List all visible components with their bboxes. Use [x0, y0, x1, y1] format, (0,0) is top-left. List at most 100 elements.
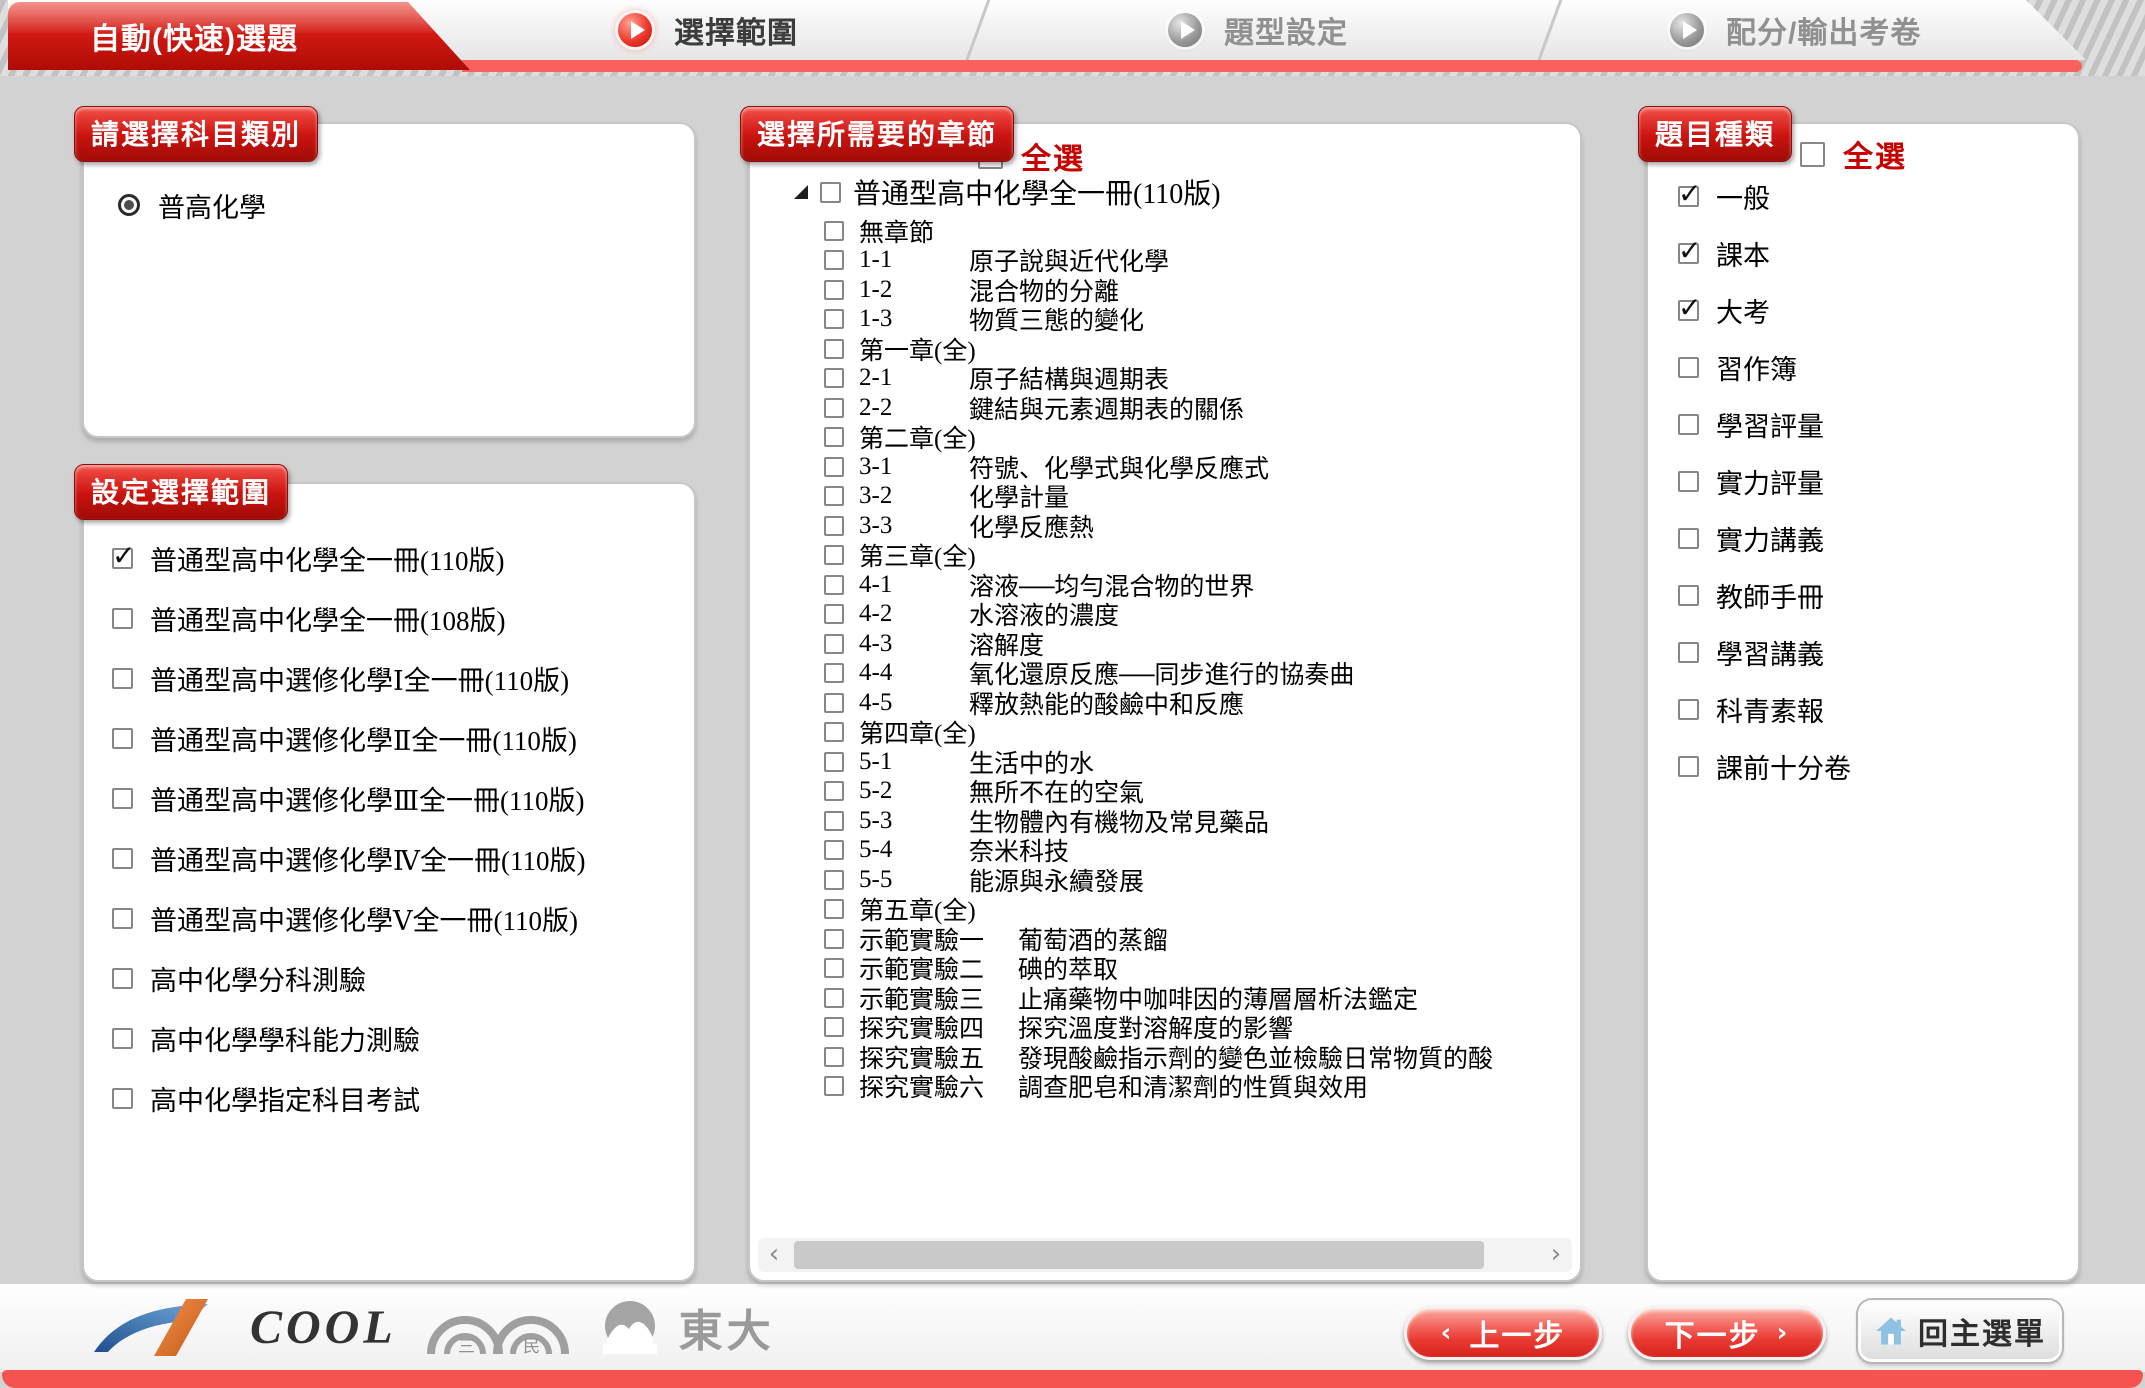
chapter-row[interactable]: 3-3 化學反應熱 [824, 511, 1576, 541]
qtype-item-row[interactable]: 教師手冊 [1678, 567, 2070, 624]
checkbox-icon[interactable] [824, 840, 844, 860]
next-step-button[interactable]: 下一步 › [1628, 1306, 1826, 1360]
chapter-row[interactable]: 4-5 釋放熱能的酸鹼中和反應 [824, 688, 1576, 718]
checkbox-icon[interactable] [824, 811, 844, 831]
previous-step-button[interactable]: ‹ 上一步 [1404, 1306, 1602, 1360]
horizontal-scrollbar[interactable]: ‹ › [758, 1238, 1572, 1272]
chapter-row[interactable]: 3-2 化學計量 [824, 482, 1576, 512]
checkbox-icon[interactable] [824, 752, 844, 772]
checkbox-icon[interactable] [112, 1028, 133, 1049]
scroll-left-arrow[interactable]: ‹ [760, 1238, 788, 1272]
checkbox-icon[interactable] [824, 368, 844, 388]
subject-radio-option[interactable]: 普高化學 [118, 182, 266, 228]
qtype-item-row[interactable]: 學習評量 [1678, 396, 2070, 453]
checkbox-icon[interactable] [824, 604, 844, 624]
qtype-item-row[interactable]: 科青素報 [1678, 681, 2070, 738]
chapter-row[interactable]: 4-3 溶解度 [824, 629, 1576, 659]
chapter-row[interactable]: 5-2 無所不在的空氣 [824, 777, 1576, 807]
scroll-thumb[interactable] [794, 1241, 1484, 1269]
chapter-row[interactable]: 探究實驗四 探究溫度對溶解度的影響 [824, 1013, 1576, 1043]
chapter-row[interactable]: 第四章(全) [824, 718, 1576, 748]
range-item-row[interactable]: 高中化學學科能力測驗 [112, 1008, 686, 1068]
chapter-row[interactable]: 第三章(全) [824, 541, 1576, 571]
checkbox-icon[interactable] [1800, 142, 1825, 167]
chapter-row[interactable]: 4-1 溶液──均勻混合物的世界 [824, 570, 1576, 600]
checkbox-icon[interactable] [824, 250, 844, 270]
range-item-row[interactable]: 普通型高中選修化學Ⅴ全一冊(110版) [112, 888, 686, 948]
range-item-row[interactable]: 普通型高中選修化學Ⅲ全一冊(110版) [112, 768, 686, 828]
chapter-row[interactable]: 5-5 能源與永續發展 [824, 865, 1576, 895]
checkbox-icon[interactable] [824, 486, 844, 506]
range-item-row[interactable]: 高中化學指定科目考試 [112, 1068, 686, 1128]
tab-select-range[interactable]: 選擇範圍 [618, 0, 798, 60]
checkbox-icon[interactable] [824, 339, 844, 359]
checkbox-icon[interactable] [824, 663, 844, 683]
chapter-row[interactable]: 1-2 混合物的分離 [824, 275, 1576, 305]
chapter-row[interactable]: 1-3 物質三態的變化 [824, 305, 1576, 335]
range-item-row[interactable]: 普通型高中選修化學Ⅱ全一冊(110版) [112, 708, 686, 768]
qtype-item-row[interactable]: 一般 [1678, 168, 2070, 225]
checkbox-icon[interactable] [824, 1017, 844, 1037]
checkbox-icon[interactable] [824, 693, 844, 713]
chapter-row[interactable]: 示範實驗二 碘的萃取 [824, 954, 1576, 984]
checkbox-icon[interactable] [1678, 756, 1699, 777]
chapter-tree-root[interactable]: 普通型高中化學全一冊(110版) [794, 172, 1221, 212]
chapter-row[interactable]: 探究實驗五 發現酸鹼指示劑的變色並檢驗日常物質的酸 [824, 1042, 1576, 1072]
chapter-row[interactable]: 示範實驗三 止痛藥物中咖啡因的薄層層析法鑑定 [824, 983, 1576, 1013]
chapter-row[interactable]: 5-3 生物體內有機物及常見藥品 [824, 806, 1576, 836]
chapter-row[interactable]: 第二章(全) [824, 423, 1576, 453]
checkbox-icon[interactable] [824, 722, 844, 742]
qtype-item-row[interactable]: 實力講義 [1678, 510, 2070, 567]
checkbox-icon[interactable] [824, 1047, 844, 1067]
chapter-row[interactable]: 2-1 原子結構與週期表 [824, 364, 1576, 394]
qtype-item-row[interactable]: 習作簿 [1678, 339, 2070, 396]
range-item-row[interactable]: 普通型高中化學全一冊(108版) [112, 588, 686, 648]
checkbox-icon[interactable] [112, 908, 133, 929]
checkbox-icon[interactable] [112, 1088, 133, 1109]
radio-icon[interactable] [118, 194, 140, 216]
range-item-row[interactable]: 普通型高中選修化學Ⅰ全一冊(110版) [112, 648, 686, 708]
checkbox-icon[interactable] [112, 848, 133, 869]
checkbox-icon[interactable] [824, 1076, 844, 1096]
checkbox-icon[interactable] [1678, 357, 1699, 378]
scroll-right-arrow[interactable]: › [1542, 1238, 1570, 1272]
chapter-row[interactable]: 1-1 原子說與近代化學 [824, 246, 1576, 276]
chapter-row[interactable]: 3-1 符號、化學式與化學反應式 [824, 452, 1576, 482]
chapter-row[interactable]: 第五章(全) [824, 895, 1576, 925]
range-item-row[interactable]: 普通型高中化學全一冊(110版) [112, 528, 686, 588]
checkbox-icon[interactable] [824, 929, 844, 949]
checkbox-icon[interactable] [1678, 642, 1699, 663]
checkbox-icon[interactable] [824, 427, 844, 447]
tree-expand-icon[interactable] [794, 185, 808, 199]
range-item-row[interactable]: 普通型高中選修化學Ⅳ全一冊(110版) [112, 828, 686, 888]
checkbox-icon[interactable] [1678, 243, 1699, 264]
checkbox-icon[interactable] [1678, 186, 1699, 207]
qtype-item-row[interactable]: 課前十分卷 [1678, 738, 2070, 795]
range-item-row[interactable]: 高中化學分科測驗 [112, 948, 686, 1008]
chapter-row[interactable]: 4-4 氧化還原反應──同步進行的協奏曲 [824, 659, 1576, 689]
qtype-item-row[interactable]: 實力評量 [1678, 453, 2070, 510]
chapter-row[interactable]: 5-4 奈米科技 [824, 836, 1576, 866]
checkbox-icon[interactable] [824, 899, 844, 919]
checkbox-icon[interactable] [824, 398, 844, 418]
checkbox-icon[interactable] [1678, 585, 1699, 606]
checkbox-icon[interactable] [1678, 528, 1699, 549]
checkbox-icon[interactable] [824, 870, 844, 890]
checkbox-icon[interactable] [1678, 414, 1699, 435]
checkbox-icon[interactable] [1678, 471, 1699, 492]
checkbox-icon[interactable] [824, 309, 844, 329]
checkbox-icon[interactable] [824, 958, 844, 978]
checkbox-icon[interactable] [1678, 300, 1699, 321]
checkbox-icon[interactable] [820, 182, 841, 203]
checkbox-icon[interactable] [824, 634, 844, 654]
chapter-row[interactable]: 4-2 水溶液的濃度 [824, 600, 1576, 630]
checkbox-icon[interactable] [824, 575, 844, 595]
qtype-item-row[interactable]: 課本 [1678, 225, 2070, 282]
chapter-row[interactable]: 第一章(全) [824, 334, 1576, 364]
home-menu-button[interactable]: 回主選單 [1858, 1300, 2062, 1362]
chapter-row[interactable]: 無章節 [824, 216, 1576, 246]
qtype-item-row[interactable]: 大考 [1678, 282, 2070, 339]
checkbox-icon[interactable] [824, 221, 844, 241]
checkbox-icon[interactable] [824, 457, 844, 477]
chapter-row[interactable]: 2-2 鍵結與元素週期表的關係 [824, 393, 1576, 423]
